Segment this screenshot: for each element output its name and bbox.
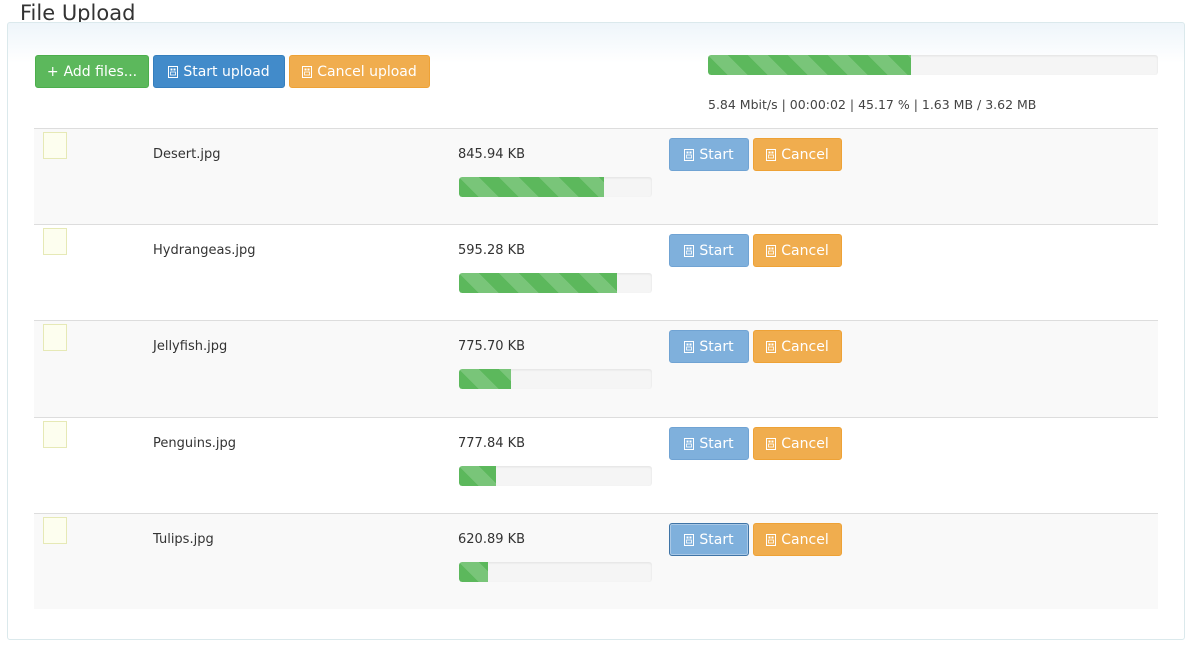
upload-icon [684,244,695,257]
file-progress-bar [459,273,652,293]
upload-icon [684,437,695,450]
ban-icon [766,148,777,161]
file-start-label: Start [699,242,734,259]
file-name: Tulips.jpg [153,532,214,547]
file-cancel-label: Cancel [781,146,829,163]
file-cancel-button[interactable]: Cancel [753,427,842,460]
file-progress-bar [459,562,652,582]
ban-icon [766,533,777,546]
file-progress-fill [459,369,512,389]
file-progress-bar [459,369,652,389]
file-progress-bar [459,466,652,486]
file-progress-fill [459,562,488,582]
start-upload-label: Start upload [183,63,270,80]
file-size: 845.94 KB [458,147,526,162]
file-thumbnail [43,421,67,448]
upload-icon [684,340,695,353]
file-progress-fill [459,466,496,486]
file-start-button[interactable]: Start [669,138,749,171]
file-row: Jellyfish.jpg 775.70 KB Start Cancel [34,320,1158,417]
ban-icon [766,437,777,450]
file-row: Hydrangeas.jpg 595.28 KB Start Cancel [34,224,1158,320]
file-start-button[interactable]: Start [669,523,749,556]
file-start-button[interactable]: Start [669,234,749,267]
upload-icon [168,65,179,78]
file-thumbnail [43,324,67,351]
cancel-upload-button[interactable]: Cancel upload [289,55,430,88]
ban-icon [766,340,777,353]
file-size: 777.84 KB [458,436,526,451]
file-name: Penguins.jpg [153,436,236,451]
file-row: Tulips.jpg 620.89 KB Start Cancel [34,513,1158,609]
file-cancel-button[interactable]: Cancel [753,330,842,363]
file-row: Desert.jpg 845.94 KB Start Cancel [34,128,1158,224]
upload-icon [684,533,695,546]
file-progress-bar [459,177,652,197]
file-start-label: Start [699,531,734,548]
file-name: Desert.jpg [153,147,221,162]
file-size: 595.28 KB [458,243,526,258]
plus-icon: + [46,63,59,80]
file-start-button[interactable]: Start [669,427,749,460]
file-name: Jellyfish.jpg [153,339,228,354]
file-row: Penguins.jpg 777.84 KB Start Cancel [34,417,1158,513]
overall-progress-fill [708,55,912,75]
file-size: 775.70 KB [458,339,526,354]
file-progress-fill [459,177,604,197]
file-start-label: Start [699,435,734,452]
file-cancel-label: Cancel [781,435,829,452]
file-name: Hydrangeas.jpg [153,243,256,258]
ban-icon [302,65,313,78]
file-cancel-label: Cancel [781,531,829,548]
file-cancel-label: Cancel [781,242,829,259]
file-start-label: Start [699,338,734,355]
upload-icon [684,148,695,161]
ban-icon [766,244,777,257]
add-files-button[interactable]: + Add files... [35,55,149,88]
file-thumbnail [43,517,67,544]
start-upload-button[interactable]: Start upload [153,55,285,88]
overall-progress-bar [708,55,1158,75]
add-files-label: Add files... [63,63,138,80]
cancel-upload-label: Cancel upload [317,63,417,80]
file-cancel-label: Cancel [781,338,829,355]
file-thumbnail [43,132,67,159]
file-progress-fill [459,273,618,293]
file-thumbnail [43,228,67,255]
file-size: 620.89 KB [458,532,526,547]
file-start-label: Start [699,146,734,163]
file-cancel-button[interactable]: Cancel [753,138,842,171]
file-cancel-button[interactable]: Cancel [753,523,842,556]
upload-stats: 5.84 Mbit/s | 00:00:02 | 45.17 % | 1.63 … [708,97,1037,112]
file-cancel-button[interactable]: Cancel [753,234,842,267]
file-start-button[interactable]: Start [669,330,749,363]
